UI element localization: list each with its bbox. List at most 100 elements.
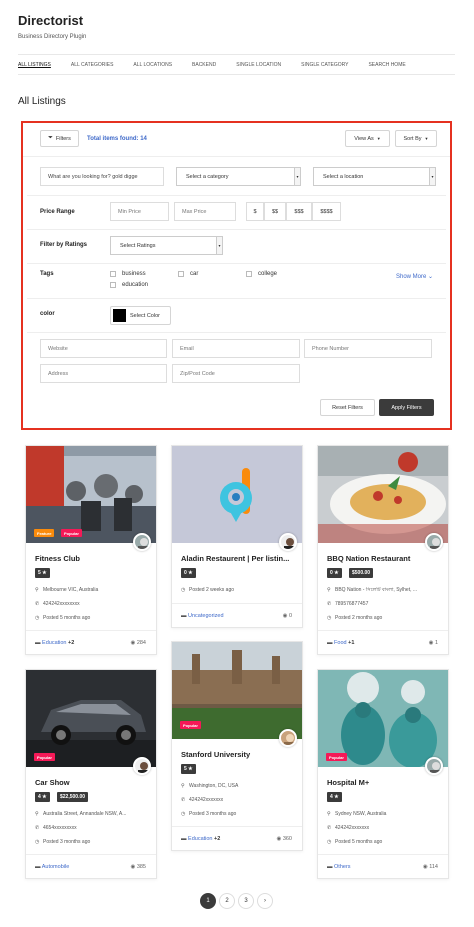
pagination-page-1[interactable]: 1 xyxy=(200,893,216,909)
category-more: +2 xyxy=(68,640,75,646)
posted-text: Posted 3 months ago xyxy=(43,839,91,845)
category-more: +2 xyxy=(214,836,221,842)
price-level-3[interactable]: $$$ xyxy=(286,202,312,221)
listing-card[interactable]: Popular Car Show 4 ★ $22,500.00 ⚲ Austral… xyxy=(25,669,157,879)
site-title[interactable]: Directorist xyxy=(18,13,83,28)
views-text: 1 xyxy=(434,640,438,646)
listing-category[interactable]: ▬ Education +2 xyxy=(181,836,220,842)
phone-text: 424242xxxxxxx xyxy=(335,825,370,831)
apply-filters-button[interactable]: Apply Filters xyxy=(379,399,434,416)
folder-icon: ▬ xyxy=(181,836,189,842)
reset-filters-button[interactable]: Reset Filters xyxy=(320,399,375,416)
listing-title[interactable]: Fitness Club xyxy=(35,554,151,563)
author-avatar[interactable] xyxy=(133,757,151,775)
location-text: BBQ Nation - সিলেটি বাংলা, Sylhet, ... xyxy=(335,587,418,593)
author-avatar[interactable] xyxy=(279,533,297,551)
nav-item-all-categories[interactable]: ALL CATEGORIES xyxy=(71,62,114,68)
card-footer: ▬ Education +2 ◉ 360 xyxy=(172,826,302,850)
nav-item-search-home[interactable]: SEARCH HOME xyxy=(368,62,405,68)
listing-category[interactable]: ▬ Uncategorized xyxy=(181,613,224,619)
tag-label-car: car xyxy=(190,271,199,277)
tag-checkbox-education[interactable] xyxy=(110,282,116,288)
listing-title[interactable]: Car Show xyxy=(35,778,151,787)
nav-item-all-listings[interactable]: ALL LISTINGS xyxy=(18,62,51,68)
folder-icon: ▬ xyxy=(35,640,43,646)
listing-title[interactable]: BBQ Nation Restaurant xyxy=(327,554,443,563)
listing-category[interactable]: ▬ Automobile xyxy=(35,864,69,870)
website-input[interactable]: Website xyxy=(40,339,167,358)
listing-category[interactable]: ▬ Education +2 xyxy=(35,640,74,646)
author-avatar[interactable] xyxy=(133,533,151,551)
listing-title[interactable]: Aladin Restaurent | Per listin... xyxy=(181,554,297,563)
category-text: Others xyxy=(334,864,351,870)
pagination-page-3[interactable]: 3 xyxy=(238,893,254,909)
search-input[interactable]: What are you looking for? gold digge xyxy=(40,167,164,186)
listing-card[interactable]: BBQ Nation Restaurant 0 ★ $500.00 ⚲ BBQ N… xyxy=(317,445,449,655)
rating-badge: 0 ★ xyxy=(327,568,342,578)
sort-by-button[interactable]: Sort By ▼ xyxy=(395,130,437,147)
popular-badge: Popular xyxy=(326,753,347,761)
zip-input[interactable]: Zip/Post Code xyxy=(172,364,300,383)
category-text: Food xyxy=(334,640,347,646)
listing-category[interactable]: ▬ Food +1 xyxy=(327,640,354,646)
category-text: Uncategorized xyxy=(188,613,224,619)
view-as-button[interactable]: View As ▼ xyxy=(345,130,390,147)
listing-image[interactable] xyxy=(172,446,302,543)
listing-card[interactable]: Popular Stanford University 5 ★ ⚲ Washing… xyxy=(171,641,303,851)
views-text: 284 xyxy=(136,640,146,646)
location-select[interactable]: Select a location ▾ xyxy=(313,167,436,186)
ratings-select[interactable]: Select Ratings ▾ xyxy=(110,236,223,255)
min-price-input[interactable]: Min Price xyxy=(110,202,169,221)
phone-input[interactable]: Phone Number xyxy=(304,339,432,358)
listing-location: ⚲ Washington, DC, USA xyxy=(181,783,299,789)
show-more-link[interactable]: Show More ⌄ xyxy=(396,273,433,280)
map-pin-icon: ⚲ xyxy=(181,783,185,789)
view-count: ◉ 360 xyxy=(276,836,292,842)
nav-item-all-locations[interactable]: ALL LOCATIONS xyxy=(133,62,172,68)
price-level-1[interactable]: $ xyxy=(246,202,264,221)
tag-checkbox-car[interactable] xyxy=(178,271,184,277)
pagination-page-2[interactable]: 2 xyxy=(219,893,235,909)
clock-icon: ◷ xyxy=(327,615,332,621)
email-input[interactable]: Email xyxy=(172,339,300,358)
author-avatar[interactable] xyxy=(425,533,443,551)
tags-label: Tags xyxy=(40,271,54,277)
chevron-down-icon: ▾ xyxy=(429,168,435,185)
listing-image[interactable] xyxy=(318,446,448,543)
rating-badge: 4 ★ xyxy=(327,792,342,802)
listing-phone: ✆ 424242xxxxxxx xyxy=(327,825,445,831)
avatar-icon xyxy=(430,538,441,549)
filter-icon: ⏷ xyxy=(48,135,53,141)
author-avatar[interactable] xyxy=(425,757,443,775)
popular-badge: Popular xyxy=(34,753,55,761)
category-text: Automobile xyxy=(41,864,70,870)
address-input[interactable]: Address xyxy=(40,364,167,383)
posted-text: Posted 3 months ago xyxy=(189,811,237,817)
listing-title[interactable]: Stanford University xyxy=(181,750,297,759)
listing-card[interactable]: Popular Hospital M+ 4 ★ ⚲ Sydney NSW, Aus… xyxy=(317,669,449,879)
tag-checkbox-business[interactable] xyxy=(110,271,116,277)
tag-checkbox-college[interactable] xyxy=(246,271,252,277)
views-text: 360 xyxy=(282,836,292,842)
price-badge: $22,500.00 xyxy=(57,792,89,802)
nav-item-single-location[interactable]: SINGLE LOCATION xyxy=(236,62,281,68)
listing-title[interactable]: Hospital M+ xyxy=(327,778,443,787)
nav-item-single-category[interactable]: SINGLE CATEGORY xyxy=(301,62,348,68)
ratings-label: Filter by Ratings xyxy=(40,242,88,248)
color-picker[interactable]: Select Color xyxy=(110,306,171,325)
views-text: 0 xyxy=(288,613,292,619)
chevron-down-icon: ▾ xyxy=(216,237,222,254)
price-level-2[interactable]: $$ xyxy=(264,202,286,221)
nav-item-backend[interactable]: BACKEND xyxy=(192,62,216,68)
author-avatar[interactable] xyxy=(279,729,297,747)
listing-card[interactable]: Aladin Restaurent | Per listin... 0 ★ ◷ P… xyxy=(171,445,303,628)
category-select[interactable]: Select a category ▾ xyxy=(176,167,301,186)
listing-category[interactable]: ▬ Others xyxy=(327,864,351,870)
filters-button[interactable]: ⏷ Filters xyxy=(40,130,79,147)
pagination-next[interactable]: › xyxy=(257,893,273,909)
listing-card[interactable]: Feature Popular Fitness Club 5 ★ ⚲ Melbou… xyxy=(25,445,157,655)
filter-panel: ⏷ Filters Total items found: 14 View As … xyxy=(21,121,452,430)
posted-text: Posted 5 months ago xyxy=(43,615,91,621)
max-price-input[interactable]: Max Price xyxy=(174,202,236,221)
price-level-4[interactable]: $$$$ xyxy=(312,202,341,221)
